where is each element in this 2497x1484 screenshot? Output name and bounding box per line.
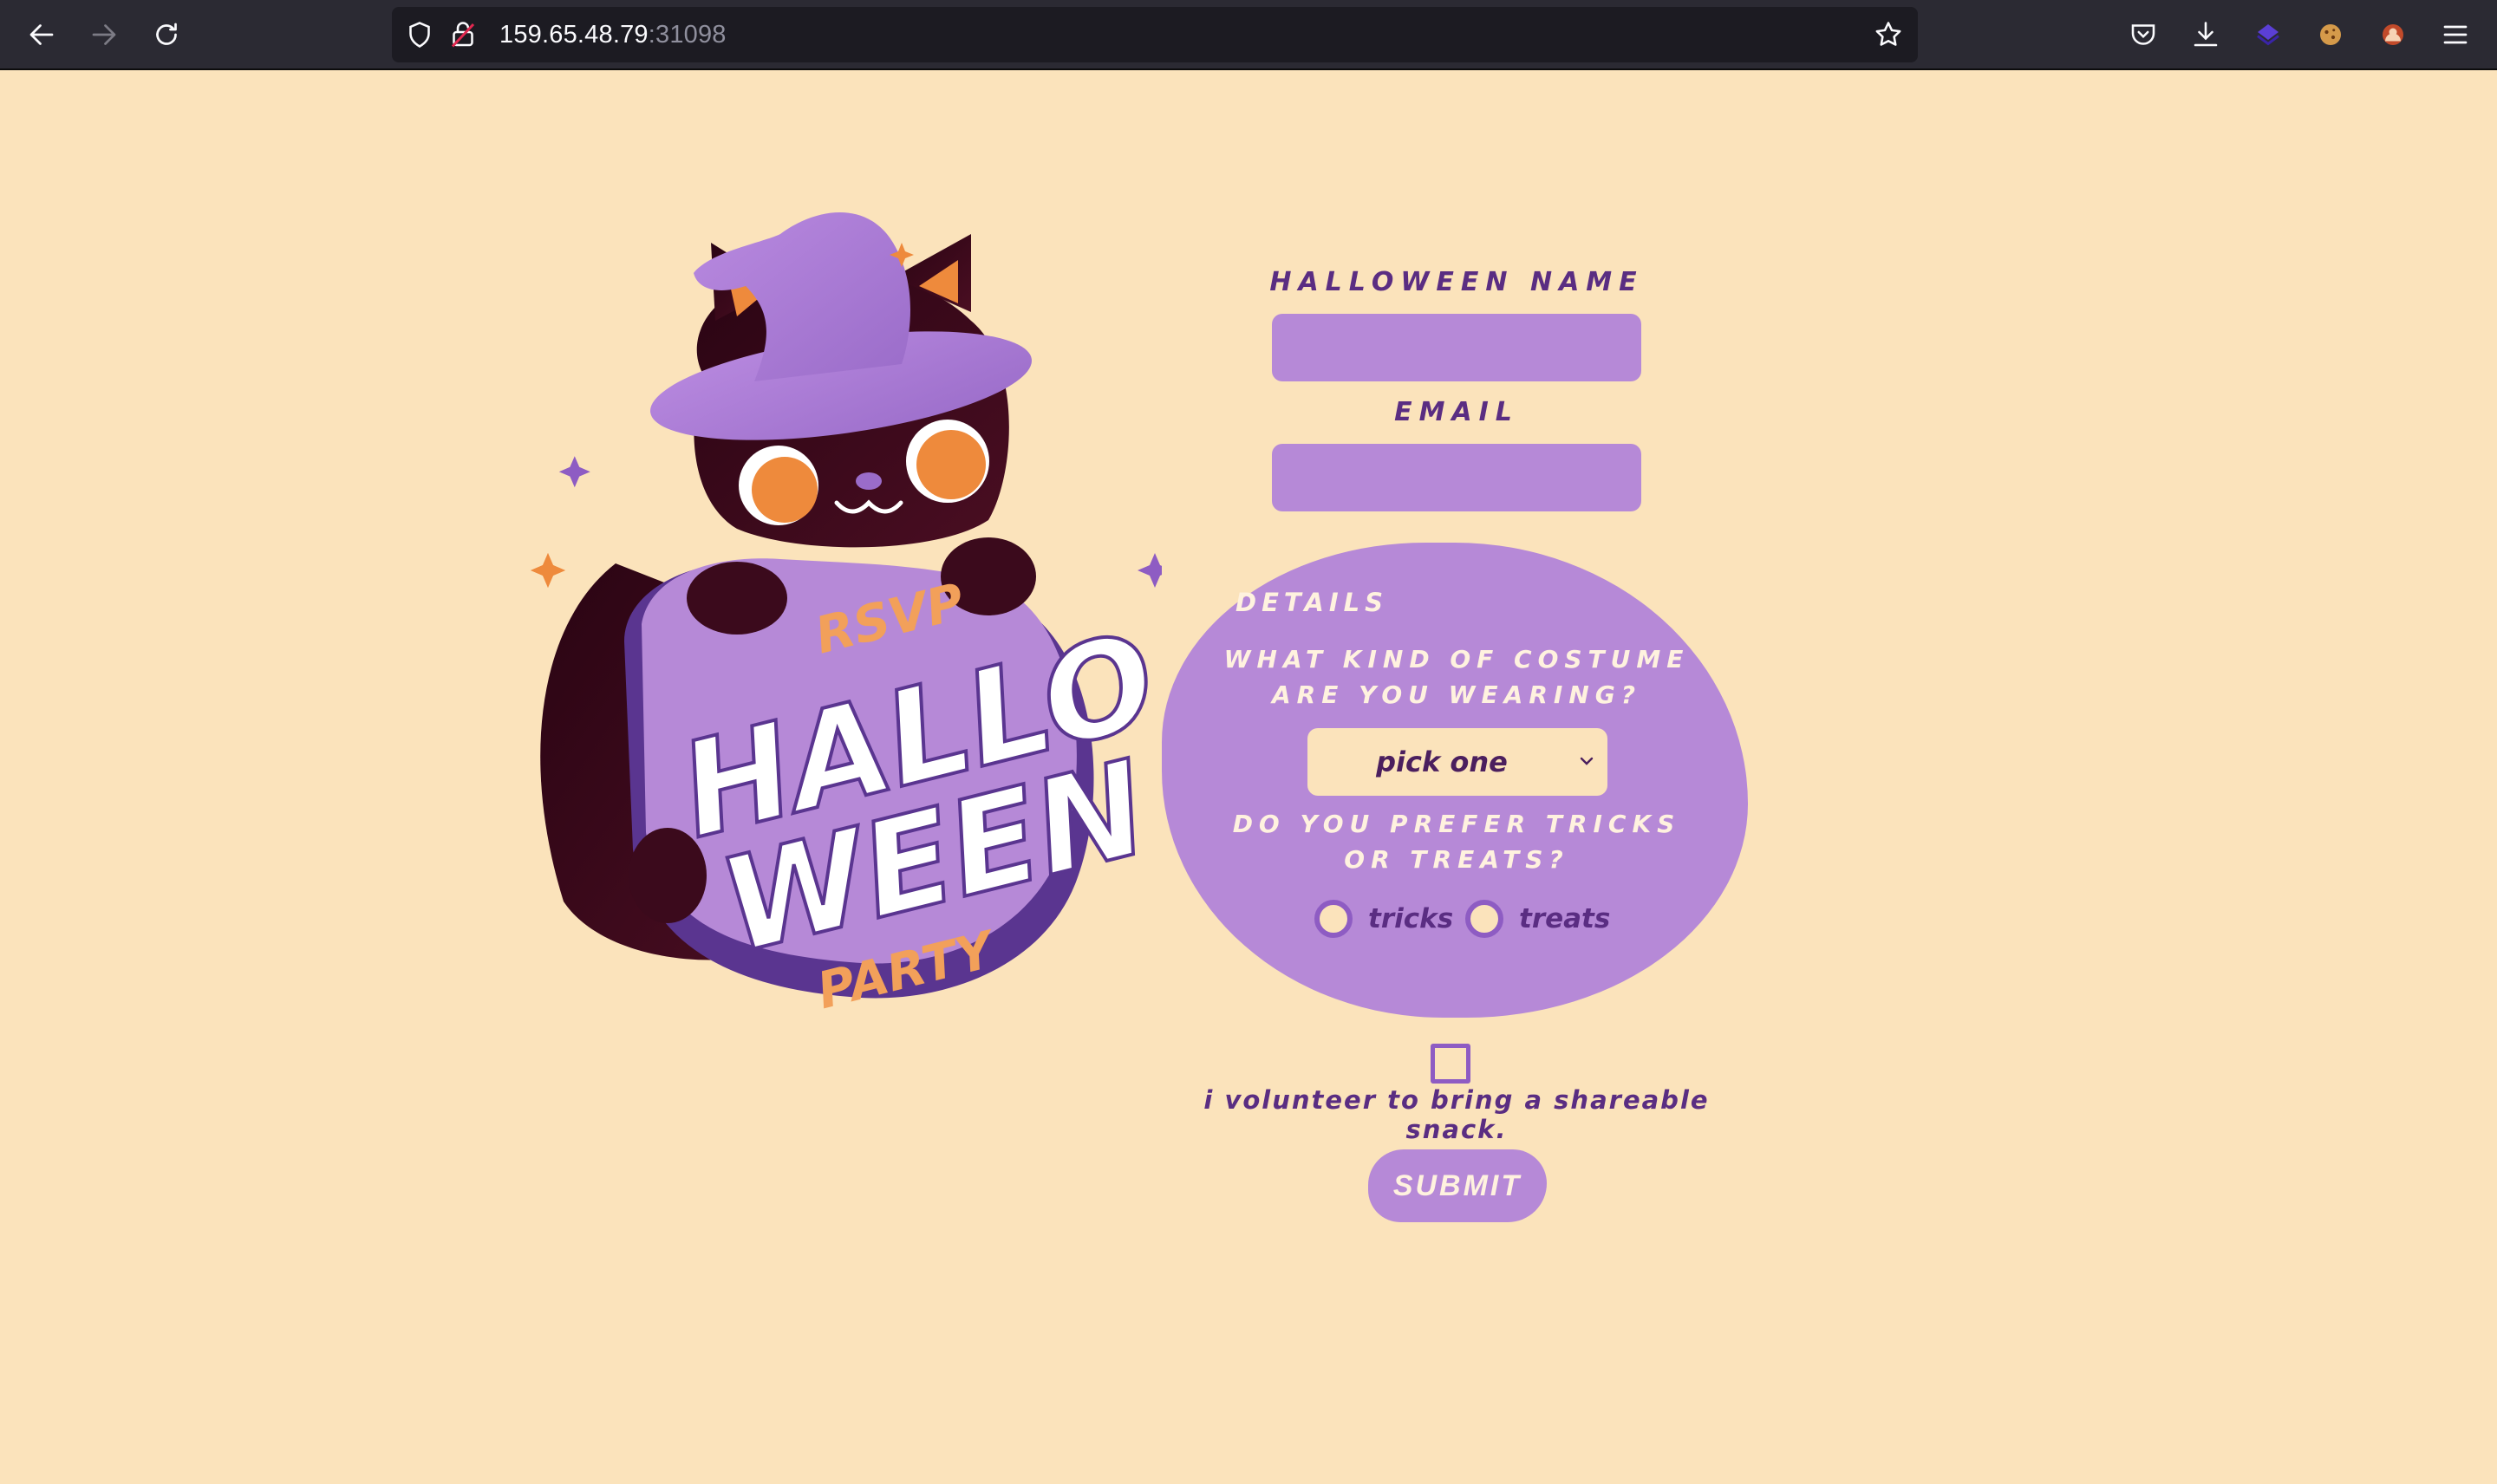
details-panel: DETAILS WHAT KIND OF COSTUME ARE YOU WEA…: [1162, 543, 1748, 1018]
profile-icon: [2383, 24, 2403, 45]
cookie-extension-button[interactable]: [2308, 12, 2353, 57]
chevron-down-icon: [1580, 757, 1594, 765]
email-input[interactable]: [1272, 444, 1641, 511]
sparkle-icon: [558, 456, 590, 488]
download-icon: [2194, 22, 2218, 47]
costume-select-value: pick one: [1376, 745, 1508, 778]
profile-extension-button[interactable]: [2370, 12, 2416, 57]
tricks-treats-question: DO YOU PREFER TRICKS OR TREATS?: [1232, 810, 1681, 874]
sparkle-icon: [531, 553, 565, 588]
back-button[interactable]: [19, 12, 64, 57]
bookmark-star-icon[interactable]: [1873, 19, 1904, 50]
url-host: 159.65.48.79: [499, 21, 649, 49]
halloween-cat-illustration: RSVP HALLO WEEN PARTY: [531, 212, 1162, 1020]
halloween-name-input[interactable]: [1272, 314, 1641, 381]
pocket-icon: [2131, 24, 2155, 45]
browser-toolbar: 159.65.48.79:31098: [0, 0, 2497, 70]
downloads-button[interactable]: [2183, 12, 2228, 57]
halloween-name-label: HALLOWEEN NAME: [1269, 267, 1644, 297]
back-icon: [29, 24, 54, 45]
extension-button[interactable]: [2246, 12, 2291, 57]
submit-button[interactable]: SUBMIT: [1368, 1149, 1547, 1222]
snack-checkbox-label[interactable]: i volunteer to bring a shareable snack.: [1162, 1085, 1751, 1144]
details-title: DETAILS: [1235, 588, 1389, 617]
email-label: EMAIL: [1394, 397, 1519, 427]
reload-button[interactable]: [144, 12, 189, 57]
costume-question: WHAT KIND OF COSTUME ARE YOU WEARING?: [1223, 645, 1690, 709]
extension-icon: [2257, 24, 2279, 46]
forward-icon: [92, 24, 116, 45]
app-menu-button[interactable]: [2433, 12, 2478, 57]
shield-icon[interactable]: [404, 19, 435, 50]
sparkle-icon: [1138, 553, 1162, 588]
forward-button[interactable]: [81, 12, 127, 57]
costume-select[interactable]: pick one: [1307, 728, 1607, 796]
insecure-lock-icon[interactable]: [447, 19, 479, 50]
url-text[interactable]: 159.65.48.79:31098: [499, 7, 727, 62]
url-port: :31098: [648, 21, 727, 49]
snack-checkbox[interactable]: [1431, 1044, 1470, 1084]
treats-radio-label[interactable]: treats: [1519, 900, 1610, 938]
cookie-icon: [2320, 24, 2341, 45]
pocket-button[interactable]: [2121, 12, 2166, 57]
menu-icon: [2443, 25, 2468, 44]
tricks-radio-label[interactable]: tricks: [1368, 900, 1453, 938]
tricks-radio[interactable]: [1314, 900, 1353, 938]
url-bar[interactable]: 159.65.48.79:31098: [392, 7, 1918, 62]
treats-radio[interactable]: [1465, 900, 1503, 938]
reload-icon: [156, 23, 177, 45]
